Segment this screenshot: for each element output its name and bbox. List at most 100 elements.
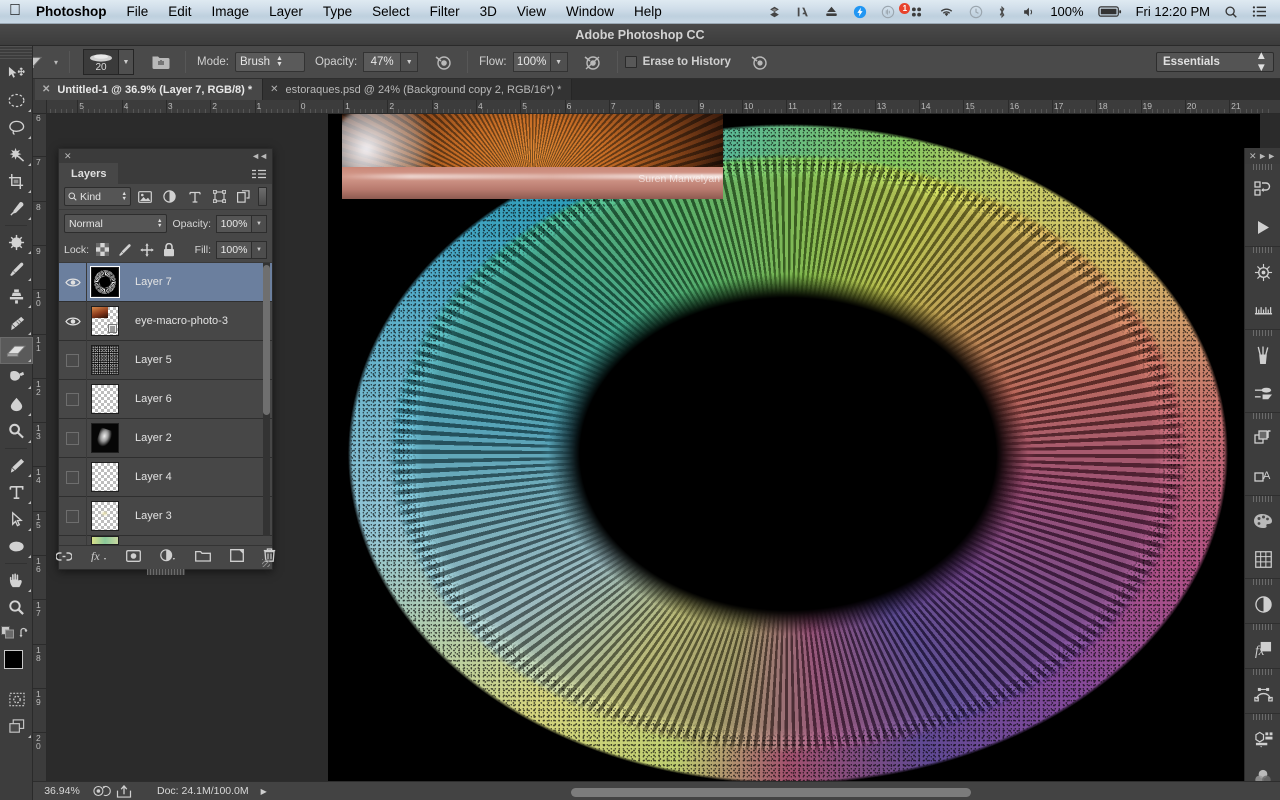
share-icon[interactable] [113, 784, 135, 798]
styles-fx-icon[interactable]: fx [1245, 630, 1280, 668]
search-icon[interactable] [1217, 0, 1245, 24]
adobe-creative-cloud-icon[interactable] [789, 0, 817, 24]
gradient-tool[interactable] [0, 364, 33, 391]
pressure-opacity-icon[interactable] [426, 50, 460, 74]
lock-position-icon[interactable] [138, 241, 155, 258]
opacity-value[interactable]: 47% [363, 52, 402, 72]
menu-layer[interactable]: Layer [259, 0, 313, 24]
layer-thumbnail-wrap[interactable] [87, 536, 123, 545]
menu-file[interactable]: File [117, 0, 159, 24]
crop-tool[interactable] [0, 168, 33, 195]
brush-tool[interactable] [0, 256, 33, 283]
status-expand-arrow-icon[interactable]: ▶ [249, 787, 267, 796]
history-icon[interactable] [1245, 170, 1280, 208]
layer-visibility-toggle[interactable] [59, 379, 87, 419]
quick-mask-icon[interactable] [0, 686, 33, 713]
layer-fill-chevron-down-icon[interactable]: ▼ [252, 240, 267, 259]
airbrush-icon[interactable] [576, 50, 610, 74]
layer-visibility-toggle[interactable] [59, 301, 87, 341]
dropbox-icon[interactable] [760, 0, 789, 24]
notification-icon[interactable]: 1 [899, 0, 931, 24]
adjustment-layers-filter-icon[interactable] [160, 187, 181, 206]
layer-opacity-value[interactable]: 100% [216, 214, 252, 233]
measurement-log-icon[interactable] [1245, 291, 1280, 329]
menu-view[interactable]: View [507, 0, 556, 24]
layer-row-partial[interactable] [59, 535, 272, 545]
layer-visibility-toggle[interactable] [59, 457, 87, 497]
clone-stamp-tool[interactable] [0, 283, 33, 310]
layer-thumbnail-wrap[interactable] [87, 306, 123, 336]
tab-untitled-1[interactable]: ✕ Untitled-1 @ 36.9% (Layer 7, RGB/8) * [35, 79, 264, 100]
layer-visibility-toggle[interactable] [59, 340, 87, 380]
ruler-corner[interactable] [33, 100, 47, 114]
collapse-to-icons-icon[interactable]: ◄◄ [251, 151, 268, 161]
layer-list-scrollbar-thumb[interactable] [263, 265, 270, 415]
foreground-color-swatch[interactable] [4, 650, 23, 669]
brush-preset-chevron-down-icon[interactable]: ▼ [119, 49, 134, 75]
menu-select[interactable]: Select [362, 0, 420, 24]
erase-to-history-checkbox[interactable] [624, 56, 637, 68]
menu-edit[interactable]: Edit [158, 0, 201, 24]
tools-panel-grip[interactable] [0, 46, 32, 60]
layer-thumbnail[interactable] [91, 501, 119, 531]
link-layers-icon[interactable] [54, 549, 73, 567]
close-icon[interactable]: ✕ [42, 84, 50, 95]
shape-layers-filter-icon[interactable] [209, 187, 230, 206]
pen-tool[interactable] [0, 452, 33, 479]
paths-icon[interactable] [1245, 675, 1280, 713]
dodge-tool[interactable] [0, 418, 33, 445]
default-colors-icon[interactable] [1, 626, 15, 644]
layer-thumbnail[interactable] [90, 266, 120, 298]
expand-panels-icon[interactable]: ►► [1258, 151, 1276, 161]
adjustments-icon[interactable] [1245, 585, 1280, 623]
type-layers-filter-icon[interactable] [184, 187, 205, 206]
zoom-tool[interactable] [0, 594, 33, 621]
layer-thumbnail-wrap[interactable] [87, 423, 123, 453]
layer-thumbnail[interactable] [91, 306, 119, 336]
layer-row[interactable]: Layer 3 [59, 496, 272, 536]
layer-mask-icon[interactable] [125, 549, 141, 567]
ellipse-shape-tool[interactable] [0, 533, 33, 560]
layer-comps-icon[interactable] [1245, 419, 1280, 457]
tablet-pressure-icon[interactable] [743, 50, 777, 74]
flow-chevron-down-icon[interactable]: ▼ [550, 52, 568, 72]
new-adjustment-layer-icon[interactable] [159, 548, 176, 567]
workspace-select[interactable]: Essentials ▲ ▼ [1156, 50, 1274, 74]
artboard[interactable]: Suren Manvelyan [328, 114, 1260, 781]
lasso-tool[interactable] [0, 114, 33, 141]
new-layer-icon[interactable] [229, 548, 244, 567]
volume-mute-icon[interactable] [874, 0, 902, 24]
actions-play-icon[interactable] [1245, 208, 1280, 246]
time-machine-icon[interactable] [962, 0, 990, 24]
new-group-icon[interactable] [194, 549, 211, 567]
swatches-palette-icon[interactable] [1245, 502, 1280, 540]
close-icon[interactable]: ✕ [270, 84, 278, 95]
mode-select[interactable]: Brush ▲ ▼ [234, 52, 305, 72]
speaker-icon[interactable] [1014, 0, 1043, 24]
color-swatches[interactable] [0, 648, 33, 682]
filter-toggle-switch[interactable] [258, 187, 268, 206]
vertical-ruler[interactable]: 6 7 8 9 10 11 12 13 14 15 16 17 18 19 20 [33, 114, 47, 800]
layer-thumbnail-wrap[interactable] [87, 384, 123, 414]
lock-image-pixels-icon[interactable] [116, 241, 133, 258]
layer-list[interactable]: Layer 7 eye-macro-photo-3 Layer 5 Layer 6 La… [59, 263, 272, 545]
layer-fill-value[interactable]: 100% [216, 240, 252, 259]
elliptical-marquee-tool[interactable] [0, 87, 33, 114]
layer-thumbnail[interactable] [91, 462, 119, 492]
menu-photoshop[interactable]: Photoshop [30, 0, 117, 24]
preview-toggle-icon[interactable] [91, 785, 113, 797]
layer-opacity-chevron-down-icon[interactable]: ▼ [252, 214, 267, 233]
panel-bottom-grip[interactable] [146, 569, 185, 575]
layer-thumbnail-wrap[interactable] [87, 266, 123, 298]
layer-thumbnail-wrap[interactable] [87, 462, 123, 492]
layer-thumbnail[interactable] [91, 384, 119, 414]
brush-panel-icon[interactable] [144, 50, 178, 74]
menu-help[interactable]: Help [624, 0, 672, 24]
3d-icon[interactable] [1245, 253, 1280, 291]
color-grid-icon[interactable] [1245, 540, 1280, 578]
list-icon[interactable] [1245, 0, 1274, 24]
opacity-chevron-down-icon[interactable]: ▼ [401, 52, 419, 72]
apple-logo-icon[interactable]:  [0, 2, 30, 21]
history-brush-tool[interactable] [0, 310, 33, 337]
hand-tool[interactable] [0, 567, 33, 594]
